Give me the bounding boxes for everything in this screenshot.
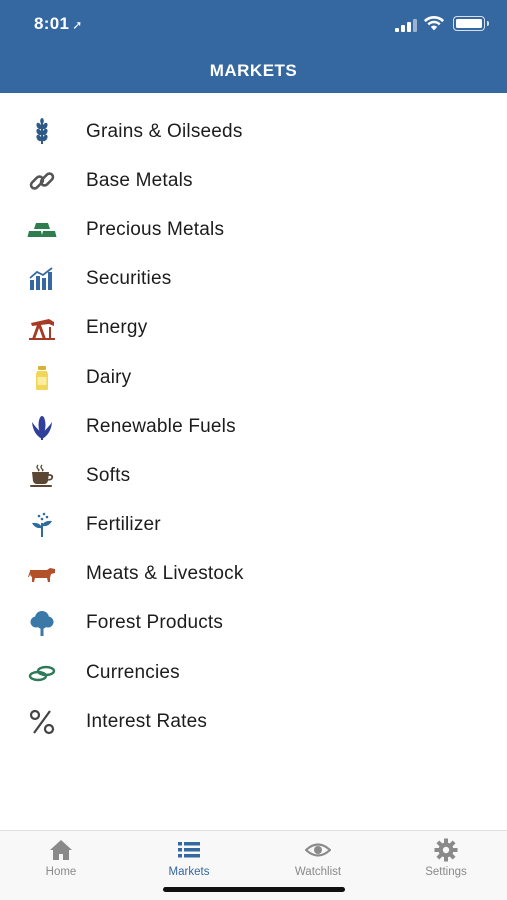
eye-icon: [305, 843, 331, 857]
oil-pump-icon: [25, 311, 59, 345]
gear-icon: [434, 838, 458, 862]
wifi-icon: [423, 15, 445, 31]
market-row-fertilizer[interactable]: Fertilizer: [0, 501, 507, 550]
market-label: Meats & Livestock: [86, 563, 244, 585]
market-label: Interest Rates: [86, 710, 208, 732]
app-header: 8:01 ➚ MARKETS: [0, 0, 507, 93]
markets-list: Grains & Oilseeds Base Metals Precious M…: [0, 107, 507, 746]
market-row-interest-rates[interactable]: Interest Rates: [0, 697, 507, 746]
corn-icon: [25, 410, 59, 444]
seedling-icon: [25, 508, 59, 542]
market-row-dairy[interactable]: Dairy: [0, 353, 507, 402]
market-label: Dairy: [86, 366, 132, 388]
status-time-text: 8:01: [34, 14, 70, 33]
market-row-base-metals[interactable]: Base Metals: [0, 156, 507, 205]
coins-icon: [25, 656, 59, 690]
cow-icon: [25, 557, 59, 591]
market-row-forest-products[interactable]: Forest Products: [0, 599, 507, 648]
wheat-icon: [25, 115, 59, 149]
market-row-precious-metals[interactable]: Precious Metals: [0, 205, 507, 254]
cellular-signal-icon: [395, 19, 417, 32]
tab-home[interactable]: Home: [11, 837, 111, 887]
home-indicator[interactable]: [163, 887, 345, 892]
market-label: Forest Products: [86, 612, 224, 634]
coffee-cup-icon: [25, 459, 59, 493]
market-row-energy[interactable]: Energy: [0, 304, 507, 353]
tab-settings-label: Settings: [425, 866, 467, 878]
list-icon: [178, 842, 200, 858]
market-label: Base Metals: [86, 169, 193, 191]
market-row-renewable-fuels[interactable]: Renewable Fuels: [0, 402, 507, 451]
market-row-meats[interactable]: Meats & Livestock: [0, 550, 507, 599]
market-label: Securities: [86, 268, 172, 290]
battery-icon: [453, 16, 489, 31]
market-row-currencies[interactable]: Currencies: [0, 648, 507, 697]
home-icon: [50, 840, 72, 860]
market-label: Fertilizer: [86, 514, 161, 536]
tab-watchlist[interactable]: Watchlist: [268, 837, 368, 887]
market-label: Renewable Fuels: [86, 415, 236, 437]
market-row-grains[interactable]: Grains & Oilseeds: [0, 107, 507, 156]
market-label: Grains & Oilseeds: [86, 120, 243, 142]
market-label: Currencies: [86, 661, 180, 683]
market-label: Energy: [86, 317, 148, 339]
status-time: 8:01 ➚: [34, 14, 83, 34]
location-arrow-icon: ➚: [72, 18, 83, 32]
page-title: MARKETS: [209, 61, 298, 80]
market-label: Softs: [86, 464, 131, 486]
market-row-softs[interactable]: Softs: [0, 451, 507, 500]
milk-bottle-icon: [25, 361, 59, 395]
market-row-securities[interactable]: Securities: [0, 255, 507, 304]
tab-markets-label: Markets: [168, 866, 210, 878]
tree-icon: [25, 606, 59, 640]
gold-bars-icon: [25, 213, 59, 247]
percent-icon: [25, 705, 59, 739]
chain-link-icon: [25, 164, 59, 198]
tab-watchlist-label: Watchlist: [294, 866, 342, 878]
bar-chart-icon: [25, 262, 59, 296]
status-icons: [395, 15, 489, 32]
market-label: Precious Metals: [86, 218, 225, 240]
tab-home-label: Home: [45, 866, 77, 878]
tab-markets[interactable]: Markets: [139, 837, 239, 887]
tab-settings[interactable]: Settings: [396, 837, 496, 887]
